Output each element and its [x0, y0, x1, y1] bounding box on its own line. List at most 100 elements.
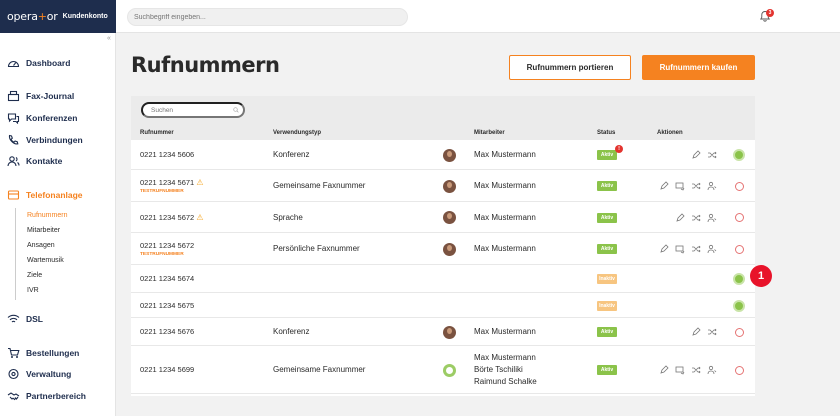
- table-row[interactable]: 0221 1234 5676 Konferenz Max Mustermann Akt…: [131, 318, 755, 346]
- chat-icon: [7, 113, 20, 124]
- table-row[interactable]: 0221 1234 5675 Inaktiv: [131, 293, 755, 318]
- table-row[interactable]: 0221 1234 5699 Gemeinsame Faxnummer Max Mu…: [131, 346, 755, 394]
- table-row[interactable]: 0221 1234 5672 ⚠ Sprache Max Mustermann Akt…: [131, 202, 755, 233]
- activate-power-icon[interactable]: [733, 273, 745, 285]
- step-marker: 1: [750, 265, 772, 287]
- redirect-icon[interactable]: [691, 244, 701, 254]
- brand-logo[interactable]: opera+or Kundenkonto: [0, 0, 116, 33]
- pbx-icon: [7, 190, 20, 200]
- redirect-icon[interactable]: [707, 150, 717, 160]
- employee-name[interactable]: Max Mustermann: [474, 243, 536, 255]
- status-badge: Aktiv: [597, 244, 617, 254]
- sidebar-item-fax-journal[interactable]: Fax-Journal: [7, 90, 74, 102]
- fax-icon: [7, 90, 20, 102]
- sidebar-item-konferenzen[interactable]: Konferenzen: [7, 112, 77, 124]
- employee-name[interactable]: Raimund Schalke: [474, 376, 537, 388]
- redirect-icon[interactable]: [691, 365, 701, 375]
- assign-user-icon[interactable]: [707, 244, 717, 254]
- edit-icon[interactable]: [691, 150, 701, 160]
- global-search-input[interactable]: [127, 8, 408, 26]
- sidebar-subitem-ivr[interactable]: IVR: [27, 287, 39, 294]
- notification-count-badge: 3: [766, 9, 774, 17]
- redirect-icon[interactable]: [707, 327, 717, 337]
- employee-name[interactable]: Börte Tschiliki: [474, 364, 537, 376]
- numbers-table: Rufnummer Verwendungstyp Mitarbeiter Sta…: [131, 96, 755, 396]
- column-header-actions: Aktionen: [657, 130, 683, 136]
- fax-forward-icon[interactable]: [675, 365, 685, 375]
- collapse-sidebar-icon[interactable]: «: [107, 35, 111, 42]
- brand-subtitle: Kundenkonto: [62, 13, 108, 20]
- column-header-status[interactable]: Status: [597, 130, 615, 136]
- sidebar-item-telefonanlage[interactable]: Telefonanlage: [7, 189, 83, 201]
- column-header-employee[interactable]: Mitarbeiter: [474, 130, 505, 136]
- avatar: [443, 242, 456, 256]
- contacts-icon: [7, 156, 20, 167]
- buy-numbers-button[interactable]: Rufnummern kaufen: [642, 55, 755, 80]
- avatar: [443, 325, 456, 339]
- sidebar-item-kontakte[interactable]: Kontakte: [7, 155, 62, 167]
- phone-number: 0221 1234 5675: [140, 300, 195, 310]
- sidebar-subitem-wartemusik[interactable]: Wartemusik: [27, 257, 64, 264]
- gear-icon: [8, 368, 19, 380]
- status-badge: Aktiv: [597, 327, 617, 337]
- table-row[interactable]: 0221 1234 5671 ⚠ TESTRUFNUMMER Gemeinsame …: [131, 170, 755, 202]
- fax-forward-icon[interactable]: [675, 244, 685, 254]
- table-search-input[interactable]: [141, 102, 245, 118]
- deactivate-power-icon[interactable]: [735, 327, 744, 337]
- edit-icon[interactable]: [691, 327, 701, 337]
- employee-name[interactable]: Max Mustermann: [474, 326, 536, 338]
- sidebar-item-verwaltung[interactable]: Verwaltung: [7, 368, 71, 380]
- employee-names: Max Mustermann: [474, 326, 536, 338]
- port-numbers-button[interactable]: Rufnummern portieren: [509, 55, 631, 80]
- edit-icon[interactable]: [659, 244, 669, 254]
- deactivate-power-icon[interactable]: [735, 181, 744, 191]
- sidebar-item-bestellungen[interactable]: Bestellungen: [7, 347, 79, 359]
- table-row[interactable]: 0221 1234 5674 Inaktiv: [131, 265, 755, 293]
- sidebar-subitem-ansagen[interactable]: Ansagen: [27, 242, 55, 249]
- sidebar-item-verbindungen[interactable]: Verbindungen: [7, 134, 83, 146]
- sidebar-item-dashboard[interactable]: Dashboard: [7, 57, 70, 69]
- edit-icon[interactable]: [659, 181, 669, 191]
- sidebar-item-label: Verbindungen: [26, 135, 83, 145]
- deactivate-power-icon[interactable]: [735, 244, 744, 254]
- employee-name[interactable]: Max Mustermann: [474, 352, 537, 364]
- table-row[interactable]: 0221 1234 5606 Konferenz Max Mustermann Akt…: [131, 140, 755, 170]
- sidebar-item-dsl[interactable]: DSL: [7, 313, 43, 325]
- assign-user-icon[interactable]: [707, 181, 717, 191]
- redirect-icon[interactable]: [691, 213, 701, 223]
- deactivate-power-icon[interactable]: [735, 213, 744, 222]
- employee-name[interactable]: Max Mustermann: [474, 180, 536, 192]
- page-title: Rufnummern: [131, 53, 280, 77]
- assign-user-icon[interactable]: [707, 213, 717, 223]
- phone-number: 0221 1234 5699: [140, 365, 195, 374]
- phone-number: 0221 1234 5672 ⚠: [140, 212, 204, 222]
- fax-forward-icon[interactable]: [675, 181, 685, 191]
- activate-power-icon[interactable]: [733, 299, 745, 312]
- usage-type: Konferenz: [273, 327, 310, 336]
- column-header-type[interactable]: Verwendungstyp: [273, 130, 321, 136]
- handshake-icon: [7, 392, 20, 401]
- table-row[interactable]: 0221 1234 5672 TESTRUFNUMMER Persönliche F…: [131, 233, 755, 265]
- employee-name[interactable]: Max Mustermann: [474, 149, 536, 161]
- deactivate-power-icon[interactable]: [735, 365, 744, 375]
- avatar: [443, 211, 456, 224]
- column-header-number[interactable]: Rufnummer: [140, 130, 174, 136]
- employee-name[interactable]: Max Mustermann: [474, 212, 536, 224]
- wifi-icon: [7, 314, 20, 323]
- phone-number: 0221 1234 5671 ⚠: [140, 178, 204, 187]
- sidebar-subitem-rufnummern[interactable]: Rufnummern: [27, 212, 67, 219]
- phone-number: 0221 1234 5676: [140, 327, 195, 336]
- avatar: [443, 148, 456, 162]
- employee-names: Max Mustermann: [474, 243, 536, 255]
- sidebar-subitem-mitarbeiter[interactable]: Mitarbeiter: [27, 227, 60, 234]
- sidebar-item-label: Konferenzen: [26, 113, 78, 123]
- sidebar-subitem-ziele[interactable]: Ziele: [27, 272, 42, 279]
- assign-user-icon[interactable]: [707, 365, 717, 375]
- edit-icon[interactable]: [675, 212, 685, 223]
- sidebar-item-partnerbereich[interactable]: Partnerbereich: [7, 390, 86, 402]
- phone-icon: [8, 134, 19, 145]
- activate-power-icon[interactable]: [733, 149, 745, 161]
- redirect-icon[interactable]: [691, 181, 701, 191]
- edit-icon[interactable]: [659, 365, 669, 375]
- test-number-tag: TESTRUFNUMMER: [140, 189, 184, 194]
